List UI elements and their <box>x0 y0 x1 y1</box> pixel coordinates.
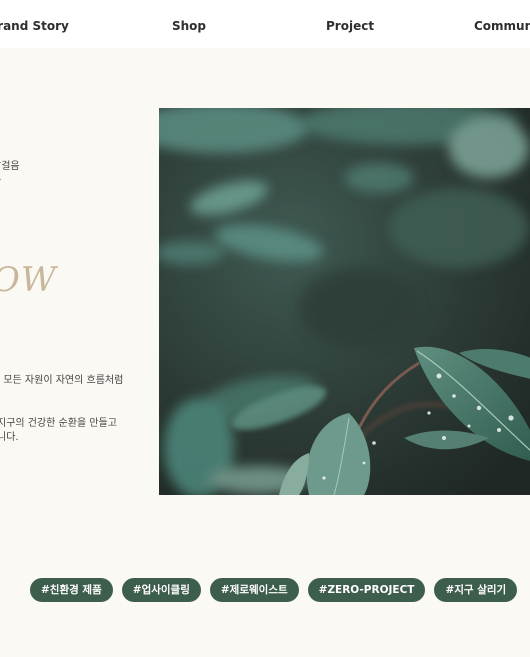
top-navigation: Brand Story Shop Project Community <box>0 0 530 48</box>
nav-item-community[interactable]: Community <box>474 19 530 33</box>
tag-save-the-earth[interactable]: #지구 살리기 <box>434 578 518 602</box>
intro-text-line-1: 발걸음 <box>0 161 20 172</box>
nav-item-shop[interactable]: Shop <box>172 19 206 33</box>
body-text-line-1: , 모든 자원이 자연의 흐름처럼 <box>0 375 124 386</box>
nav-item-project[interactable]: Project <box>326 19 374 33</box>
intro-text-line-2: 속 <box>0 174 1 188</box>
headline: OW <box>0 260 57 300</box>
tag-zero-project[interactable]: #ZERO-PROJECT <box>307 578 426 602</box>
tag-eco-products[interactable]: #친환경 제품 <box>30 578 113 602</box>
tag-upcycling[interactable]: #업사이클링 <box>121 578 201 602</box>
body-text-line-3: 니다. <box>0 432 19 443</box>
hashtag-list: #친환경 제품 #업사이클링 #제로웨이스트 #ZERO-PROJECT #지구… <box>30 578 518 602</box>
nav-item-brand-story[interactable]: Brand Story <box>0 19 69 33</box>
leaves-photo <box>159 108 530 495</box>
body-text-line-2: 지구의 건강한 순환을 만들고 <box>0 418 117 429</box>
tag-zero-waste[interactable]: #제로웨이스트 <box>209 578 299 602</box>
main-content: 발걸음 속 OW , 모든 자원이 자연의 흐름처럼 지구의 건강한 순환을 만… <box>0 48 530 657</box>
